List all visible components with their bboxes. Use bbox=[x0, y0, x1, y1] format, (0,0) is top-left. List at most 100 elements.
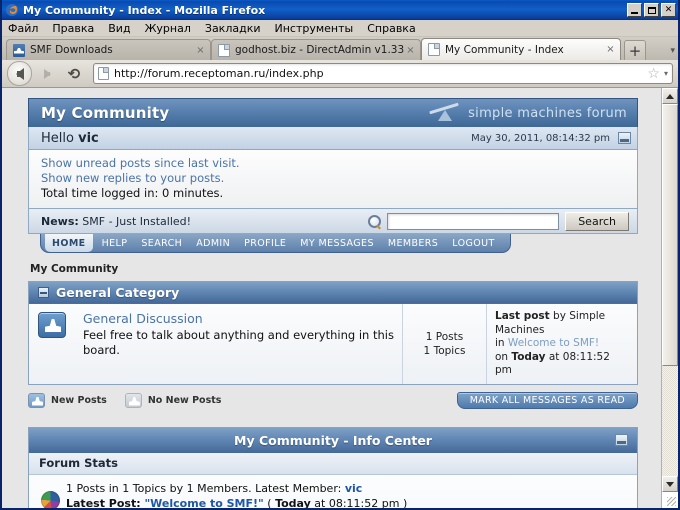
category-panel: General Category General Discussion Feel… bbox=[28, 281, 638, 385]
nav-tab-members[interactable]: MEMBERS bbox=[381, 234, 445, 252]
browser-tab-directadmin[interactable]: godhost.biz - DirectAdmin v1.33.7 × bbox=[211, 39, 421, 60]
back-button[interactable] bbox=[7, 61, 32, 86]
minimize-button[interactable] bbox=[627, 3, 642, 17]
board-link[interactable]: General Discussion bbox=[83, 311, 394, 326]
nav-tab-my-messages[interactable]: MY MESSAGES bbox=[293, 234, 381, 252]
chevron-down-icon[interactable]: ▾ bbox=[670, 46, 675, 56]
info-center-title: My Community - Info Center bbox=[234, 432, 432, 448]
forum-stats-header: Forum Stats bbox=[29, 452, 637, 475]
tab-label: My Community - Index bbox=[445, 43, 564, 56]
smf-logo-icon bbox=[427, 102, 461, 122]
latest-post-label: Latest Post: bbox=[66, 496, 145, 509]
reload-icon[interactable]: ⟳ bbox=[62, 62, 86, 86]
news-search-bar: News: SMF - Just Installed! Search bbox=[28, 209, 638, 234]
nav-tab-help[interactable]: HELP bbox=[95, 234, 135, 252]
scrollbar-track[interactable] bbox=[662, 104, 678, 476]
board-legend: New Posts No New Posts bbox=[28, 392, 221, 408]
news-content: SMF - Just Installed! bbox=[78, 214, 192, 228]
brand-text: simple machines forum bbox=[468, 105, 627, 121]
last-post-label: Last post bbox=[495, 310, 550, 322]
address-bar[interactable]: http://forum.receptoman.ru/index.php ☆ ▾ bbox=[93, 63, 673, 84]
mark-all-read-button[interactable]: MARK ALL MESSAGES AS READ bbox=[456, 391, 638, 409]
forum-stats-body: 1 Posts in 1 Topics by 1 Members. Latest… bbox=[29, 474, 637, 509]
tab-close-icon[interactable]: × bbox=[195, 45, 206, 56]
url-text: http://forum.receptoman.ru/index.php bbox=[114, 67, 324, 80]
stats-pie-icon bbox=[41, 490, 60, 508]
legend-no-new-posts: No New Posts bbox=[124, 392, 221, 408]
collapse-category-button[interactable] bbox=[38, 287, 49, 298]
info-center-panel: My Community - Info Center Forum Stats 1… bbox=[28, 426, 638, 509]
menu-item-edit[interactable]: Правка bbox=[52, 22, 94, 35]
nav-tab-profile[interactable]: PROFILE bbox=[237, 234, 293, 252]
browser-tab-my-community[interactable]: My Community - Index × bbox=[421, 38, 621, 60]
show-unread-posts-link[interactable]: Show unread posts since last visit. bbox=[41, 156, 625, 171]
tab-close-icon[interactable]: × bbox=[605, 44, 616, 55]
stats-counts: 1 Posts in 1 Topics by 1 Members. Latest… bbox=[66, 481, 345, 495]
search-input[interactable] bbox=[387, 212, 560, 230]
scroll-down-button[interactable] bbox=[662, 476, 678, 492]
scrollbar-thumb[interactable] bbox=[662, 104, 678, 366]
greeting-bar: Hello vic May 30, 2011, 08:14:32 pm bbox=[28, 127, 638, 150]
board-last-post-cell: Last post by Simple Machines in Welcome … bbox=[487, 304, 637, 384]
category-title: General Category bbox=[56, 285, 180, 300]
page-favicon bbox=[218, 43, 230, 57]
greeting-hello: Hello bbox=[41, 130, 74, 146]
show-new-replies-link[interactable]: Show new replies to your posts. bbox=[41, 171, 625, 186]
stats-members-line: 1 Posts in 1 Topics by 1 Members. Latest… bbox=[66, 481, 629, 496]
latest-post-link[interactable]: "Welcome to SMF!" bbox=[144, 497, 263, 509]
info-center-header: My Community - Info Center bbox=[29, 427, 637, 453]
menu-item-tools[interactable]: Инструменты bbox=[275, 22, 354, 35]
forum-brand: simple machines forum bbox=[427, 102, 627, 122]
time-logged-in: Total time logged in: 0 minutes. bbox=[41, 186, 224, 200]
maximize-button[interactable] bbox=[644, 3, 659, 17]
menu-item-history[interactable]: Журнал bbox=[145, 22, 191, 35]
collapse-userbox-button[interactable] bbox=[618, 132, 631, 144]
nav-tab-logout[interactable]: LOGOUT bbox=[445, 234, 501, 252]
legend-row: New Posts No New Posts MARK ALL MESSAGES… bbox=[28, 391, 638, 409]
collapse-info-center-button[interactable] bbox=[615, 433, 628, 446]
board-topics-count: 1 Topics bbox=[423, 344, 466, 357]
legend-new-posts: New Posts bbox=[28, 392, 107, 408]
vertical-scrollbar[interactable] bbox=[661, 88, 678, 508]
forum-title: My Community bbox=[41, 104, 170, 122]
last-post-day: Today bbox=[511, 350, 546, 363]
scroll-up-button[interactable] bbox=[662, 88, 678, 104]
last-post-in-prefix: in bbox=[495, 337, 508, 349]
latest-member-link[interactable]: vic bbox=[345, 482, 362, 495]
resize-grip[interactable] bbox=[662, 492, 678, 508]
tab-label: godhost.biz - DirectAdmin v1.33.7 bbox=[235, 44, 405, 56]
greeting-right: May 30, 2011, 08:14:32 pm bbox=[471, 132, 631, 144]
last-post-topic-link[interactable]: Welcome to SMF! bbox=[508, 337, 599, 349]
nav-tab-admin[interactable]: ADMIN bbox=[189, 234, 237, 252]
menu-item-file[interactable]: Файл bbox=[8, 22, 38, 35]
tab-close-icon[interactable]: × bbox=[405, 45, 416, 56]
menu-item-view[interactable]: Вид bbox=[108, 22, 130, 35]
browser-tab-smf-downloads[interactable]: SMF Downloads × bbox=[6, 39, 211, 60]
board-info-cell: General Discussion Feel free to talk abo… bbox=[75, 304, 403, 384]
tab-strip: SMF Downloads × godhost.biz - DirectAdmi… bbox=[2, 37, 678, 60]
menu-bar: Файл Правка Вид Журнал Закладки Инструме… bbox=[2, 20, 678, 37]
forum-stats-title: Forum Stats bbox=[39, 456, 119, 470]
new-posts-icon bbox=[38, 312, 66, 338]
menu-item-help[interactable]: Справка bbox=[367, 22, 415, 35]
greeting-text: Hello vic bbox=[41, 131, 99, 146]
smf-forum: My Community simple machines forum Hello bbox=[2, 88, 661, 508]
menu-item-bookmarks[interactable]: Закладки bbox=[205, 22, 261, 35]
search-button[interactable]: Search bbox=[565, 211, 629, 231]
nav-tab-home[interactable]: HOME bbox=[45, 234, 93, 252]
latest-post-day: Today bbox=[275, 496, 311, 509]
close-button[interactable]: ✕ bbox=[661, 3, 676, 17]
news-text: News: SMF - Just Installed! bbox=[41, 215, 362, 228]
new-tab-button[interactable]: + bbox=[624, 40, 646, 60]
latest-post-open: ( bbox=[263, 496, 276, 509]
board-description: Feel free to talk about anything and eve… bbox=[83, 328, 394, 357]
nav-tab-search[interactable]: SEARCH bbox=[134, 234, 189, 252]
search-icon bbox=[368, 214, 382, 228]
breadcrumb: My Community bbox=[30, 263, 119, 275]
chevron-down-icon[interactable]: ▾ bbox=[664, 69, 668, 78]
user-info-box: Show unread posts since last visit. Show… bbox=[28, 150, 638, 209]
page-favicon bbox=[428, 43, 440, 56]
forum-stats-lines: 1 Posts in 1 Topics by 1 Members. Latest… bbox=[66, 481, 629, 509]
bookmark-star-icon[interactable]: ☆ bbox=[647, 66, 660, 82]
news-label: News: bbox=[41, 214, 79, 228]
